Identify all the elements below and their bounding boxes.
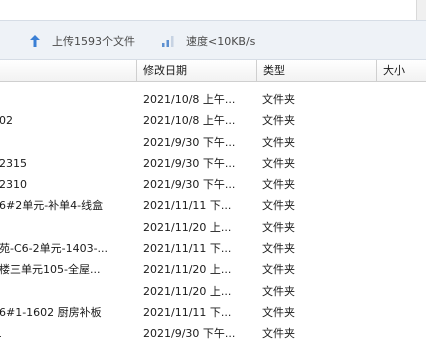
transfer-status-bar: 上传1593个文件 速度<10KB/s	[0, 20, 426, 60]
file-type: 文件夹	[262, 220, 295, 234]
top-strip	[0, 0, 416, 20]
window-edge	[416, 0, 426, 22]
file-type: 文件夹	[262, 284, 295, 298]
file-modified: 2021/9/30 下午...	[143, 178, 236, 192]
column-header-type[interactable]: 类型	[256, 60, 376, 81]
file-list: 2021/10/8 上午... 文件夹 -202 2021/10/8 上午...…	[0, 89, 426, 345]
upload-status-label: 上传1593个文件	[52, 35, 135, 48]
file-name: 01	[0, 323, 136, 344]
file-type: 文件夹	[262, 242, 295, 256]
file-modified: 2021/11/20 上...	[143, 263, 232, 277]
table-row[interactable]: 2021/9/30 下午... 文件夹	[0, 132, 426, 153]
table-row[interactable]: 苑2315 2021/9/30 下午... 文件夹	[0, 153, 426, 174]
file-type: 文件夹	[262, 178, 295, 192]
table-row[interactable]: 柜 2021/11/20 上... 文件夹	[0, 281, 426, 302]
file-modified: 2021/11/20 上...	[143, 284, 232, 298]
table-row[interactable]: 2021/11/20 上... 文件夹	[0, 217, 426, 238]
file-modified: 2021/11/11 下...	[143, 199, 232, 213]
file-name: 园6#1-1602 厨房补板	[0, 305, 102, 319]
upload-arrow-icon	[30, 35, 40, 47]
file-name	[0, 89, 136, 110]
file-modified: 2021/9/30 下午...	[143, 156, 236, 170]
file-name: 苑苑-C6-2单元-1403-...	[0, 242, 109, 256]
table-row[interactable]: 园6#2单元-补单4-线盒 2021/11/11 下... 文件夹	[0, 195, 426, 216]
file-modified: 2021/9/30 下午...	[143, 135, 236, 149]
file-modified: 2021/11/11 下...	[143, 305, 232, 319]
speed-status: 速度<10KB/s	[162, 34, 255, 48]
file-modified: 2021/10/8 上午...	[143, 114, 236, 128]
file-name	[0, 132, 136, 153]
file-modified: 2021/9/30 下午...	[143, 327, 236, 341]
file-type: 文件夹	[262, 156, 295, 170]
column-header-size[interactable]: 大小	[376, 60, 426, 81]
table-row[interactable]: 苑2310 2021/9/30 下午... 文件夹	[0, 174, 426, 195]
table-row[interactable]: 苑苑-C6-2单元-1403-... 2021/11/11 下... 文件夹	[0, 238, 426, 259]
file-name: 园6#2单元-补单4-线盒	[0, 199, 104, 213]
upload-status[interactable]: 上传1593个文件	[30, 34, 135, 48]
file-type: 文件夹	[262, 305, 295, 319]
file-name	[0, 217, 136, 238]
file-modified: 2021/11/11 下...	[143, 242, 232, 256]
column-header-name[interactable]	[0, 60, 136, 81]
table-row[interactable]: 号楼三单元105-全屋... 2021/11/20 上... 文件夹	[0, 259, 426, 280]
table-row[interactable]: -202 2021/10/8 上午... 文件夹	[0, 110, 426, 131]
file-name: 柜	[0, 281, 136, 302]
file-type: 文件夹	[262, 135, 295, 149]
column-header-modified[interactable]: 修改日期	[136, 60, 256, 81]
file-name: 苑2310	[0, 178, 27, 192]
file-modified: 2021/10/8 上午...	[143, 93, 236, 106]
file-type: 文件夹	[262, 263, 295, 277]
file-type: 文件夹	[262, 327, 295, 341]
table-row[interactable]: 2021/10/8 上午... 文件夹	[0, 89, 426, 110]
file-type: 文件夹	[262, 93, 295, 106]
file-name: -202	[0, 114, 13, 128]
file-name: 号楼三单元105-全屋...	[0, 263, 101, 277]
file-modified: 2021/11/20 上...	[143, 220, 232, 234]
file-name: 苑2315	[0, 156, 27, 170]
table-row[interactable]: 园6#1-1602 厨房补板 2021/11/11 下... 文件夹	[0, 302, 426, 323]
signal-bars-icon	[162, 36, 174, 47]
speed-status-label: 速度<10KB/s	[186, 35, 256, 48]
file-list-header: 修改日期 类型 大小	[0, 60, 426, 82]
table-row[interactable]: 01 2021/9/30 下午... 文件夹	[0, 323, 426, 344]
file-type: 文件夹	[262, 114, 295, 128]
file-type: 文件夹	[262, 199, 295, 213]
